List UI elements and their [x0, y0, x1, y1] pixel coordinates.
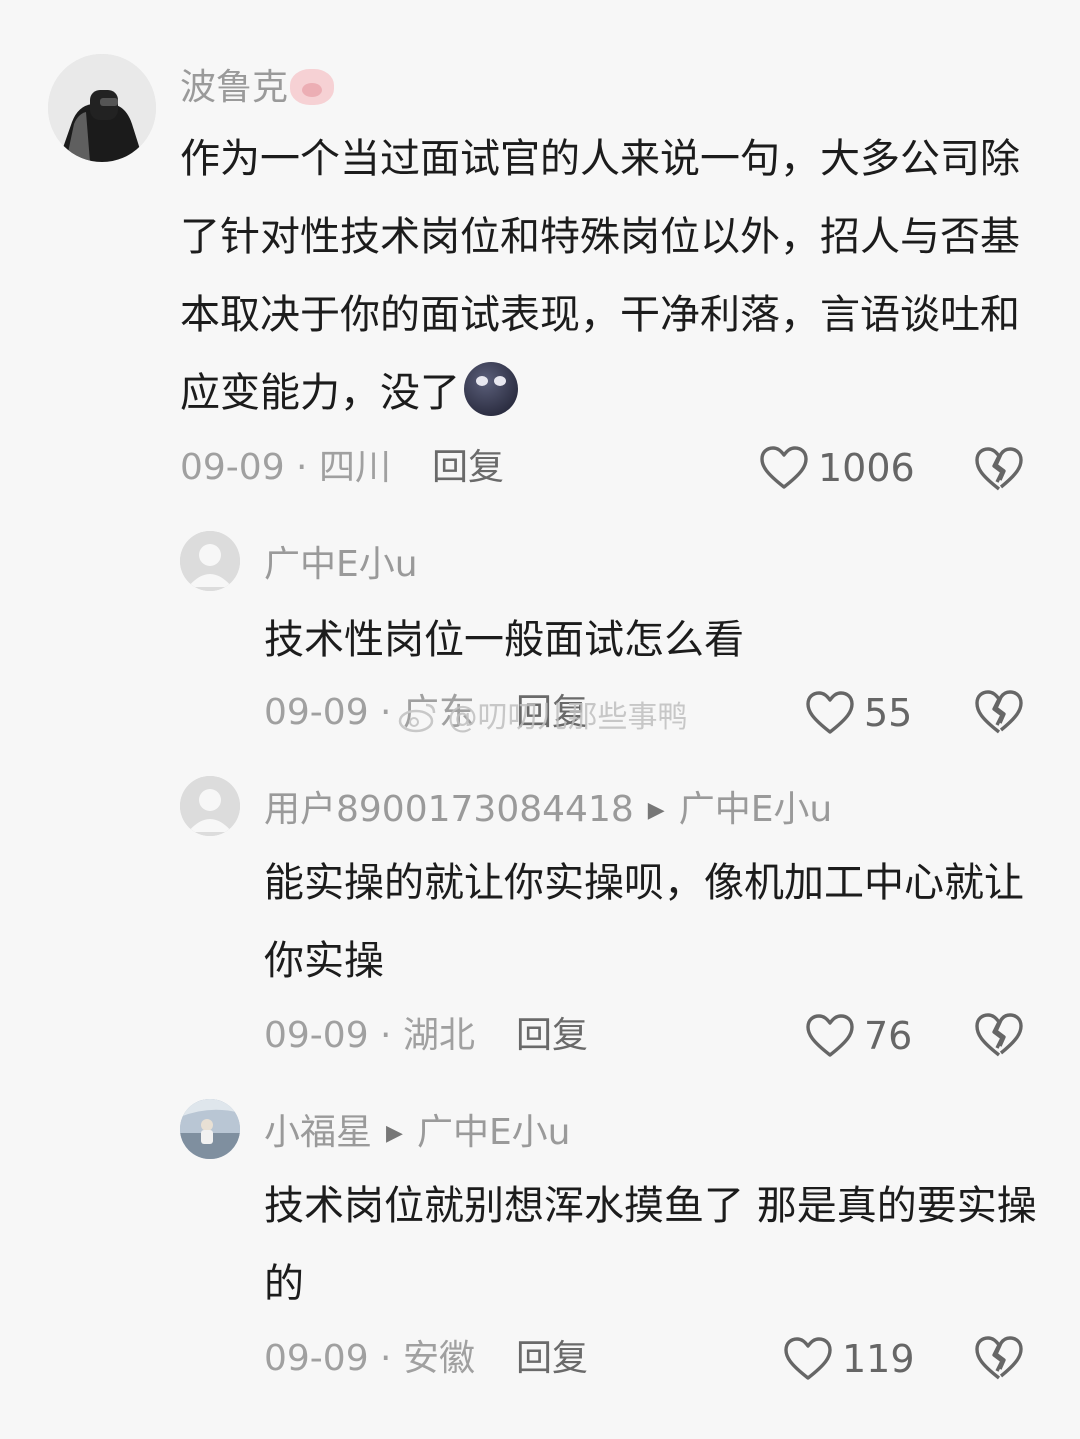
play-arrow-icon: ▶	[647, 798, 665, 823]
avatar[interactable]	[180, 776, 240, 836]
like-button[interactable]: 76	[806, 1014, 912, 1058]
play-arrow-icon: ▶	[386, 1121, 403, 1146]
heart-outline-icon	[784, 1337, 832, 1380]
comment-meta: 09-09 · 四川	[180, 446, 391, 490]
like-button[interactable]: 1006	[760, 446, 915, 490]
comment-text: 技术岗位就别想浑水摸鱼了 那是真的要实操的	[264, 1183, 1037, 1307]
comment-meta: 09-09 · 安徽	[264, 1337, 475, 1381]
comment-date: 09-09	[264, 1015, 369, 1056]
broken-heart-icon	[975, 447, 1023, 491]
comment-date: 09-09	[180, 447, 285, 488]
username[interactable]: 用户8900173084418 ▶ 广中E小u	[264, 788, 832, 833]
avatar[interactable]	[48, 54, 156, 162]
broken-heart-icon	[975, 1336, 1023, 1380]
comment-location: 安徽	[402, 1338, 475, 1379]
comment-date: 09-09	[264, 1338, 369, 1379]
reply-to-username[interactable]: 广中E小u	[679, 789, 833, 830]
avatar[interactable]	[180, 531, 240, 591]
reply-to-username[interactable]: 广中E小u	[417, 1112, 571, 1153]
broken-heart-icon	[975, 1013, 1023, 1057]
comment-location: 湖北	[402, 1015, 475, 1056]
username[interactable]: 广中E小u	[264, 543, 418, 587]
dislike-button[interactable]	[974, 689, 1024, 739]
like-button[interactable]: 119	[784, 1337, 915, 1381]
reply-button[interactable]: 回复	[432, 446, 504, 490]
like-count: 1006	[818, 446, 915, 490]
heart-outline-icon	[806, 691, 854, 734]
comment-text: 技术性岗位一般面试怎么看	[264, 617, 744, 663]
like-count: 76	[864, 1014, 913, 1058]
meta-separator: ·	[284, 447, 319, 488]
dislike-button[interactable]	[974, 446, 1024, 496]
username[interactable]: 小福星 ▶ 广中E小u	[264, 1111, 571, 1156]
username[interactable]: 波鲁克	[180, 66, 335, 110]
dislike-button[interactable]	[974, 1012, 1024, 1062]
meta-separator: ·	[368, 1338, 403, 1379]
like-count: 119	[842, 1337, 915, 1381]
reply-button[interactable]: 回复	[516, 1337, 588, 1381]
dislike-button[interactable]	[974, 1335, 1024, 1385]
weibo-logo-icon	[398, 703, 436, 733]
comment-text: 能实操的就让你实操呗，像机加工中心就让你实操	[264, 860, 1024, 984]
comment-location: 四川	[318, 447, 391, 488]
watermark: @叨叨儿那些事鸭	[398, 698, 688, 738]
comment-list: 波鲁克 作为一个当过面试官的人来说一句，大多公司除了针对性技术岗位和特殊岗位以外…	[0, 0, 1080, 1439]
broken-heart-icon	[975, 690, 1023, 734]
reply-button[interactable]: 回复	[516, 1014, 588, 1058]
like-count: 55	[864, 691, 913, 735]
comment-date: 09-09	[264, 692, 369, 733]
like-button[interactable]: 55	[806, 691, 912, 735]
comment-text: 作为一个当过面试官的人来说一句，大多公司除了针对性技术岗位和特殊岗位以外，招人与…	[180, 136, 1020, 416]
avatar[interactable]	[180, 1099, 240, 1159]
meta-separator: ·	[368, 1015, 403, 1056]
heart-outline-icon	[760, 446, 808, 489]
comment-meta: 09-09 · 湖北	[264, 1014, 475, 1058]
pig-emoji-icon	[290, 69, 335, 105]
moon-face-emoji-icon	[464, 362, 518, 416]
heart-outline-icon	[806, 1014, 854, 1057]
